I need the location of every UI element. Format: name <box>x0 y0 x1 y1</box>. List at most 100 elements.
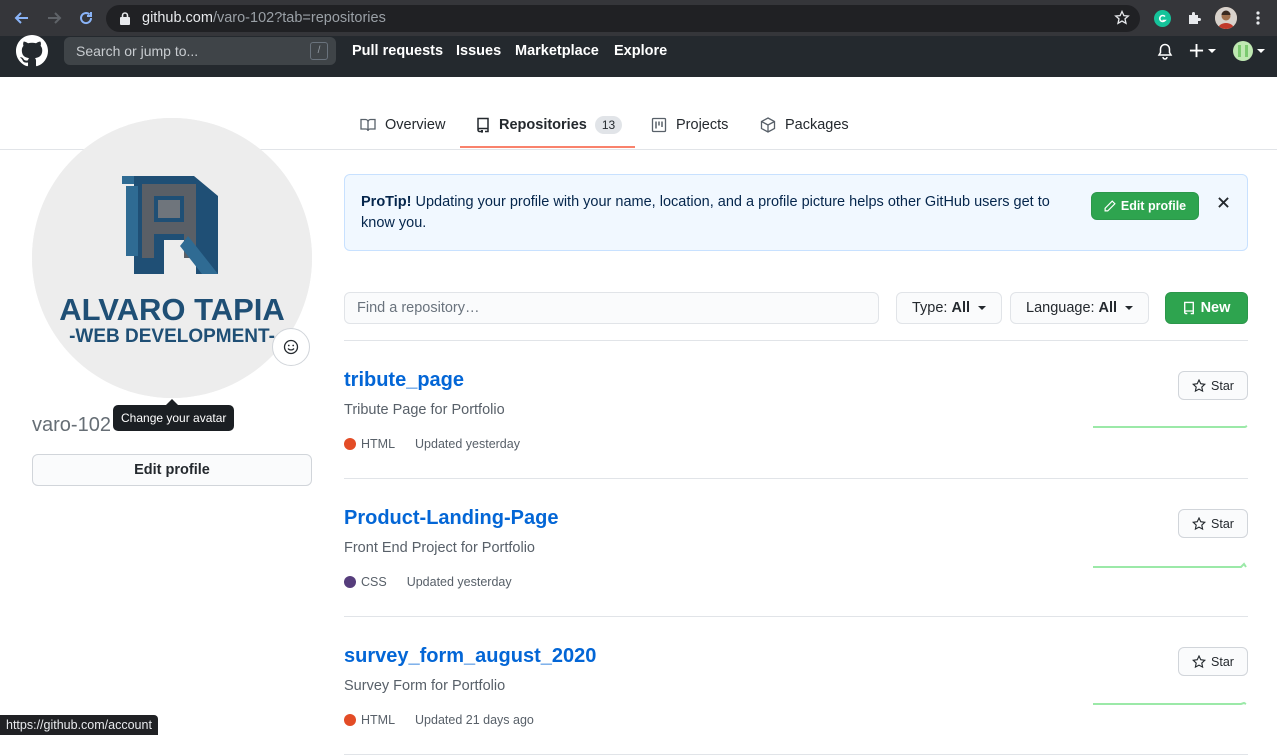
protip-text: ProTip! Updating your profile with your … <box>361 192 1071 234</box>
protip-lead: ProTip! <box>361 194 412 210</box>
repo-updated: Updated 21 days ago <box>415 713 534 727</box>
create-new-plus-icon[interactable] <box>1189 43 1216 58</box>
avatar-logo-image: ALVARO TAPIA -WEB DEVELOPMENT- <box>32 118 312 398</box>
extensions-puzzle-icon[interactable] <box>1185 9 1203 27</box>
language-filter-label: Language: <box>1026 300 1095 316</box>
header-search-input[interactable]: Search or jump to... / <box>64 37 336 65</box>
browser-toolbar: github.com/varo-102?tab=repositories <box>0 0 1277 36</box>
type-filter-dropdown[interactable]: Type: All <box>896 292 1002 324</box>
repo-list-item: survey_form_august_2020 Survey Form for … <box>344 617 1248 755</box>
repo-list-item: Product-Landing-Page Front End Project f… <box>344 479 1248 617</box>
svg-text:ALVARO TAPIA: ALVARO TAPIA <box>59 292 285 327</box>
edit-profile-button[interactable]: Edit profile <box>32 454 312 486</box>
language-color-dot <box>344 438 356 450</box>
search-shortcut-key: / <box>310 42 328 60</box>
user-menu-avatar[interactable] <box>1233 41 1265 61</box>
repo-language: CSS <box>361 575 387 589</box>
repo-meta: CSS Updated yesterday <box>344 575 512 589</box>
star-button[interactable]: Star <box>1178 371 1248 400</box>
lock-icon <box>120 12 130 30</box>
language-color-dot <box>344 714 356 726</box>
star-button[interactable]: Star <box>1178 647 1248 676</box>
repo-language: HTML <box>361 713 396 727</box>
pencil-icon <box>1104 200 1116 212</box>
new-button-label: New <box>1200 300 1231 316</box>
github-logo-icon[interactable] <box>16 35 48 72</box>
repo-updated: Updated yesterday <box>415 437 520 451</box>
active-tab-indicator <box>460 146 635 148</box>
caret-down-icon <box>978 306 986 310</box>
link-status-bar: https://github.com/account <box>0 715 158 735</box>
star-icon <box>1192 654 1207 668</box>
repo-list-item: tribute_page Tribute Page for Portfolio … <box>344 341 1248 479</box>
star-button[interactable]: Star <box>1178 509 1248 538</box>
activity-sparkline <box>1093 562 1247 568</box>
profile-username: varo-102 <box>32 414 111 436</box>
type-filter-label: Type: <box>912 300 948 316</box>
nav-explore[interactable]: Explore <box>614 43 667 59</box>
type-filter-value: All <box>951 300 970 316</box>
star-label: Star <box>1211 516 1234 531</box>
activity-sparkline <box>1093 701 1247 705</box>
set-status-smiley-icon[interactable] <box>272 328 310 366</box>
url-text: github.com/varo-102?tab=repositories <box>142 10 386 26</box>
protip-edit-profile-button[interactable]: Edit profile <box>1091 192 1199 220</box>
github-header: Search or jump to... / Pull requests Iss… <box>0 35 1277 77</box>
svg-text:-WEB DEVELOPMENT-: -WEB DEVELOPMENT- <box>69 326 275 347</box>
nav-pull-requests[interactable]: Pull requests <box>352 43 443 59</box>
bookmark-star-icon[interactable] <box>1114 9 1130 31</box>
repo-meta: HTML Updated yesterday <box>344 437 520 451</box>
tab-repositories[interactable]: Repositories 13 <box>476 114 623 136</box>
nav-marketplace[interactable]: Marketplace <box>515 43 599 59</box>
repo-language: HTML <box>361 437 396 451</box>
nav-issues[interactable]: Issues <box>456 43 501 59</box>
tab-overview-label: Overview <box>385 117 446 133</box>
close-icon[interactable] <box>1215 194 1231 210</box>
activity-sparkline <box>1093 425 1248 428</box>
repo-name-link[interactable]: survey_form_august_2020 <box>344 645 596 668</box>
forward-arrow-icon[interactable] <box>44 8 64 28</box>
language-filter-value: All <box>1098 300 1118 316</box>
repo-description: Tribute Page for Portfolio <box>344 402 505 418</box>
find-repository-input[interactable] <box>344 292 879 324</box>
language-filter-dropdown[interactable]: Language: All <box>1010 292 1150 324</box>
protip-message: Updating your profile with your name, lo… <box>361 194 1050 231</box>
user-profile-avatar[interactable] <box>1215 7 1237 29</box>
repo-description: Front End Project for Portfolio <box>344 540 535 556</box>
protip-button-label: Edit profile <box>1120 199 1187 213</box>
tab-repositories-label: Repositories <box>499 117 587 133</box>
back-arrow-icon[interactable] <box>12 8 32 28</box>
tab-projects[interactable]: Projects <box>651 114 728 136</box>
notifications-bell-icon[interactable] <box>1157 43 1173 65</box>
change-avatar-tooltip: Change your avatar <box>113 405 235 431</box>
repo-name-link[interactable]: tribute_page <box>344 369 464 392</box>
tab-packages-label: Packages <box>785 117 849 133</box>
star-icon <box>1192 516 1207 530</box>
book-icon <box>360 117 376 133</box>
repo-meta: HTML Updated 21 days ago <box>344 713 534 727</box>
header-search-placeholder: Search or jump to... <box>76 43 199 59</box>
grammarly-extension-icon[interactable] <box>1153 9 1171 27</box>
kebab-menu-icon[interactable] <box>1249 9 1267 27</box>
tab-packages[interactable]: Packages <box>760 114 849 136</box>
new-repository-button[interactable]: New <box>1165 292 1248 324</box>
reload-icon[interactable] <box>76 8 96 28</box>
repo-icon <box>1183 301 1194 315</box>
caret-down-icon <box>1125 306 1134 310</box>
repositories-count-badge: 13 <box>594 116 623 134</box>
repo-icon <box>476 117 490 133</box>
repo-updated: Updated yesterday <box>406 575 512 589</box>
repo-description: Survey Form for Portfolio <box>344 678 506 694</box>
star-label: Star <box>1211 378 1234 393</box>
tab-projects-label: Projects <box>676 117 729 133</box>
address-bar[interactable]: github.com/varo-102?tab=repositories <box>106 5 1140 32</box>
star-icon <box>1192 378 1207 392</box>
language-color-dot <box>344 576 356 588</box>
project-icon <box>651 117 667 133</box>
package-icon <box>760 117 776 133</box>
protip-banner: ProTip! Updating your profile with your … <box>344 174 1248 251</box>
repo-name-link[interactable]: Product-Landing-Page <box>344 507 558 530</box>
star-label: Star <box>1211 654 1234 669</box>
tab-overview[interactable]: Overview <box>360 114 445 136</box>
profile-avatar[interactable]: ALVARO TAPIA -WEB DEVELOPMENT- <box>32 118 312 398</box>
